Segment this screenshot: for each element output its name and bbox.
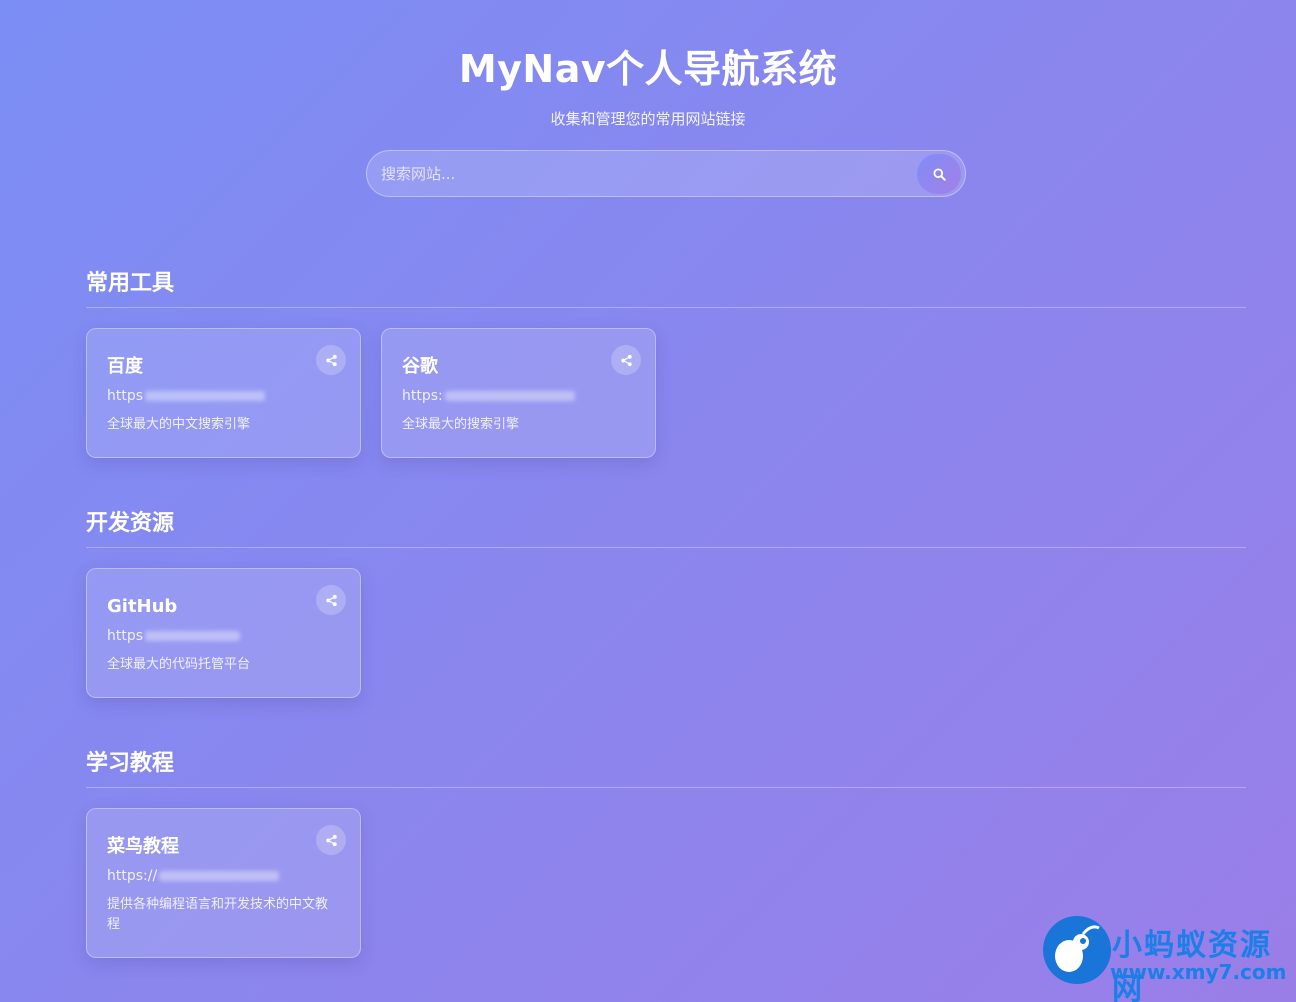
site-description: 全球最大的搜索引擎 (402, 417, 520, 432)
section-title: 常用工具 (86, 268, 1246, 308)
share-button[interactable] (316, 345, 346, 375)
share-icon (325, 354, 337, 366)
search-input[interactable] (381, 151, 901, 196)
search-button[interactable] (917, 154, 961, 194)
share-button[interactable] (316, 585, 346, 615)
page-subtitle: 收集和管理您的常用网站链接 (550, 110, 746, 128)
url-redacted (145, 631, 241, 641)
url-redacted (145, 391, 266, 401)
section-dev-resources: 开发资源 GitHub https 全球最大的代码托管平台 (86, 508, 1246, 718)
ant-logo-icon (1043, 916, 1111, 984)
watermark-site: www.xmy7.com (1110, 960, 1287, 984)
site-card-baidu[interactable]: 百度 https 全球最大的中文搜索引擎 (86, 328, 361, 458)
site-description: 全球最大的中文搜索引擎 (107, 417, 251, 432)
site-url[interactable]: https (107, 625, 340, 647)
share-icon (325, 834, 337, 846)
share-icon (620, 354, 632, 366)
site-card-runoob[interactable]: 菜鸟教程 https:// 提供各种编程语言和开发技术的中文教程 (86, 808, 361, 958)
url-redacted (159, 871, 280, 881)
site-name: 谷歌 (402, 356, 438, 377)
page-title: MyNav个人导航系统 (458, 47, 838, 91)
site-url[interactable]: https (107, 385, 340, 407)
site-description: 全球最大的代码托管平台 (107, 657, 251, 672)
watermark: 小蚂蚁资源网 www.xmy7.com (1040, 914, 1296, 1002)
section-title: 学习教程 (86, 748, 1246, 788)
site-name: 菜鸟教程 (107, 836, 179, 857)
site-url[interactable]: https:// (107, 865, 340, 887)
search-icon (932, 167, 946, 181)
share-icon (325, 594, 337, 606)
site-name: 百度 (107, 356, 143, 377)
search-bar (366, 150, 966, 197)
page-header: MyNav个人导航系统 收集和管理您的常用网站链接 (0, 0, 1296, 129)
url-redacted (444, 391, 575, 401)
share-button[interactable] (611, 345, 641, 375)
section-title: 开发资源 (86, 508, 1246, 548)
site-url[interactable]: https: (402, 385, 635, 407)
site-card-github[interactable]: GitHub https 全球最大的代码托管平台 (86, 568, 361, 698)
share-button[interactable] (316, 825, 346, 855)
section-common-tools: 常用工具 百度 https 全球最大的中文搜索引擎 谷歌 https: 全球最大… (86, 268, 1246, 478)
site-name: GitHub (107, 596, 178, 617)
site-description: 提供各种编程语言和开发技术的中文教程 (107, 897, 329, 932)
site-card-google[interactable]: 谷歌 https: 全球最大的搜索引擎 (381, 328, 656, 458)
